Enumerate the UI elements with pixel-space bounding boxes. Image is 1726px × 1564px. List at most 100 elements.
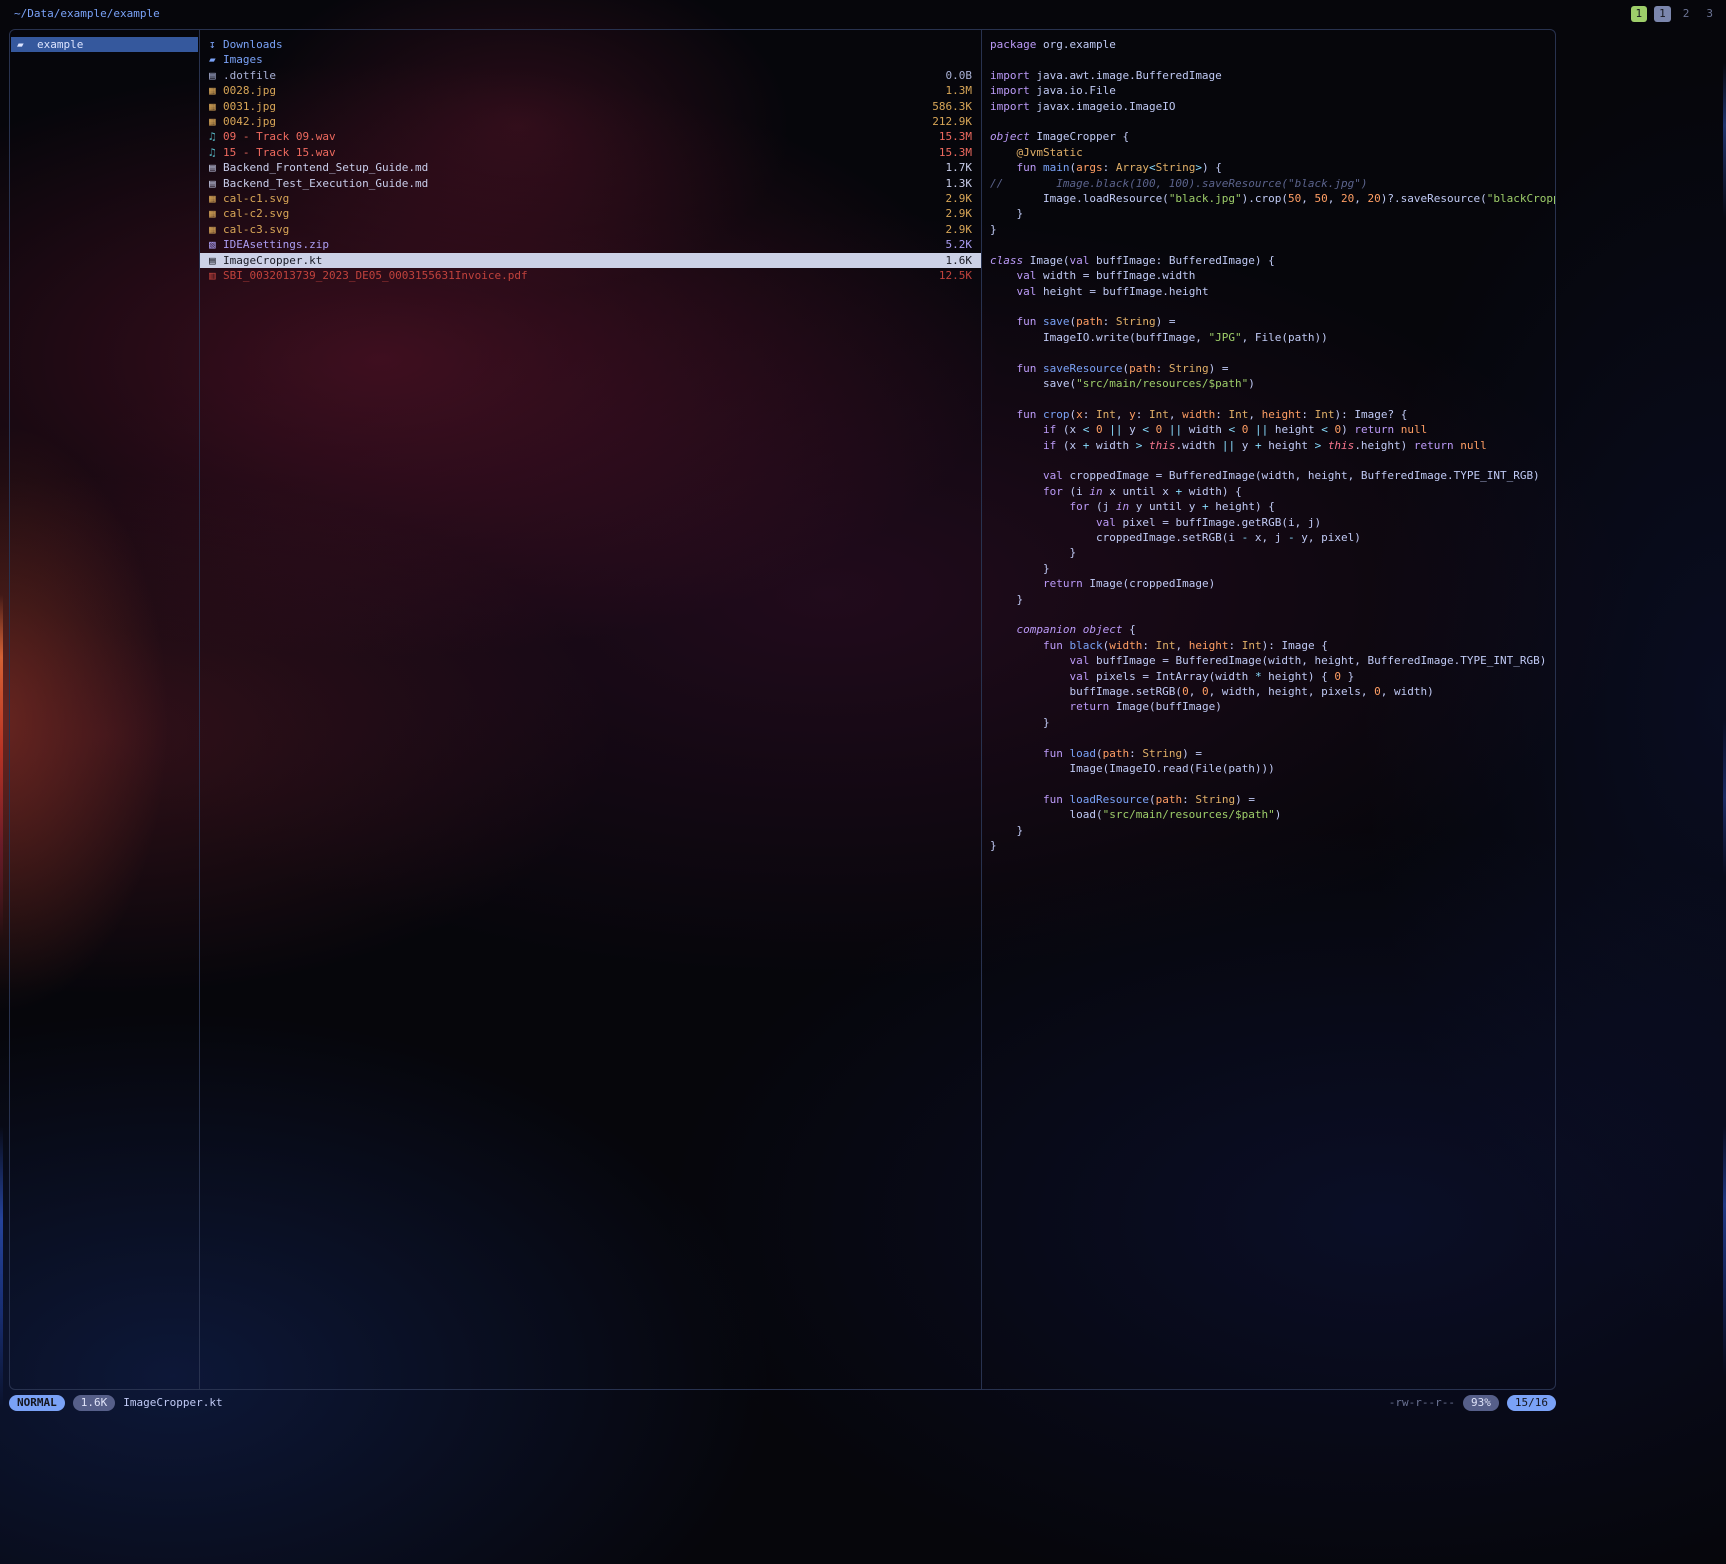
file-name: 0042.jpg <box>223 114 276 129</box>
file-row[interactable]: ▦cal-c3.svg2.9K <box>200 222 981 237</box>
file-row[interactable]: ▥SBI_0032013739_2023_DE05_0003155631Invo… <box>200 268 981 283</box>
file-row[interactable]: ♫15 - Track 15.wav 15.3M <box>200 145 981 160</box>
code-line: @JvmStatic <box>990 145 1555 160</box>
file-row[interactable]: ▤Backend_Frontend_Setup_Guide.md 1.7K <box>200 160 981 175</box>
file-size: 2.9K <box>938 206 973 221</box>
tab-2[interactable]: 2 <box>1678 6 1695 21</box>
tab-1[interactable]: 1 <box>1631 6 1648 21</box>
code-line: return Image(croppedImage) <box>990 576 1555 591</box>
breadcrumb-path: ~/Data/example/example <box>14 6 160 21</box>
folder-icon: ▰ <box>17 37 31 52</box>
file-name: cal-c2.svg <box>223 206 289 221</box>
code-line: companion object { <box>990 622 1555 637</box>
kotlin-file-icon: ▤ <box>209 253 223 268</box>
file-name: .dotfile <box>223 68 276 83</box>
code-line: } <box>990 823 1555 838</box>
code-line <box>990 345 1555 360</box>
code-line: if (x + width > this.width || y + height… <box>990 438 1555 453</box>
file-name: 09 - Track 09.wav <box>223 129 336 144</box>
code-line: fun main(args: Array<String>) { <box>990 160 1555 175</box>
file-size: 1.7K <box>938 160 973 175</box>
parent-pane: ▰ example <box>10 30 199 1389</box>
tab-3[interactable]: 3 <box>1701 6 1718 21</box>
file-row[interactable]: ▦0042.jpg212.9K <box>200 114 981 129</box>
code-line: if (x < 0 || y < 0 || width < 0 || heigh… <box>990 422 1555 437</box>
file-name: cal-c3.svg <box>223 222 289 237</box>
code-line <box>990 730 1555 745</box>
pdf-icon: ▥ <box>209 268 223 283</box>
file-row[interactable]: ↧Downloads <box>200 37 981 52</box>
file-row[interactable]: ▦0031.jpg 586.3K <box>200 99 981 114</box>
status-filename: ImageCropper.kt <box>123 1395 222 1410</box>
code-line: for (j in y until y + height) { <box>990 499 1555 514</box>
code-line: package org.example <box>990 37 1555 52</box>
file-row[interactable]: ♫09 - Track 09.wav15.3M <box>200 129 981 144</box>
file-name: cal-c1.svg <box>223 191 289 206</box>
code-line: } <box>990 545 1555 560</box>
status-left-group: NORMAL 1.6K ImageCropper.kt <box>9 1395 223 1410</box>
code-line: val pixel = buffImage.getRGB(i, j) <box>990 515 1555 530</box>
file-size: 1.3K <box>938 176 973 191</box>
code-line: for (i in x until x + width) { <box>990 484 1555 499</box>
code-line: fun loadResource(path: String) = <box>990 792 1555 807</box>
file-name: Downloads <box>223 37 283 52</box>
file-row[interactable]: ▤ImageCropper.kt 1.6K <box>200 253 981 268</box>
tab-bar: 1123 <box>1631 6 1719 21</box>
code-line: import javax.imageio.ImageIO <box>990 99 1555 114</box>
file-row[interactable]: ▤Backend_Test_Execution_Guide.md1.3K <box>200 176 981 191</box>
file-size: 15.3M <box>931 145 972 160</box>
scroll-percent-badge: 93% <box>1463 1395 1499 1410</box>
code-line: val buffImage = BufferedImage(width, hei… <box>990 653 1555 668</box>
audio-icon: ♫ <box>209 129 223 144</box>
image-icon: ▦ <box>209 206 223 221</box>
folder-icon: ▰ <box>209 52 223 67</box>
code-line: Image(ImageIO.read(File(path))) <box>990 761 1555 776</box>
code-line: } <box>990 222 1555 237</box>
file-row[interactable]: ▦cal-c1.svg2.9K <box>200 191 981 206</box>
download-folder-icon: ↧ <box>209 37 223 52</box>
file-size: 0.0B <box>938 68 973 83</box>
markdown-icon: ▤ <box>209 160 223 175</box>
file-name: 15 - Track 15.wav <box>223 145 336 160</box>
audio-icon: ♫ <box>209 145 223 160</box>
image-icon: ▦ <box>209 83 223 98</box>
code-line <box>990 114 1555 129</box>
code-line: } <box>990 561 1555 576</box>
code-line: fun load(path: String) = <box>990 746 1555 761</box>
file-name: IDEAsettings.zip <box>223 237 329 252</box>
code-line <box>990 237 1555 252</box>
file-row[interactable]: ▰Images <box>200 52 981 67</box>
file-name: Backend_Frontend_Setup_Guide.md <box>223 160 428 175</box>
file-row[interactable]: ▧IDEAsettings.zip5.2K <box>200 237 981 252</box>
code-line <box>990 52 1555 67</box>
code-line: load("src/main/resources/$path") <box>990 807 1555 822</box>
file-size-badge: 1.6K <box>73 1395 116 1410</box>
file-size: 2.9K <box>938 191 973 206</box>
code-line: object ImageCropper { <box>990 129 1555 144</box>
parent-dir-label: example <box>37 37 83 52</box>
file-row[interactable]: ▦0028.jpg 1.3M <box>200 83 981 98</box>
file-size: 5.2K <box>938 237 973 252</box>
image-icon: ▦ <box>209 222 223 237</box>
file-row[interactable]: ▤.dotfile0.0B <box>200 68 981 83</box>
parent-dir-item[interactable]: ▰ example <box>11 37 198 52</box>
code-line: fun save(path: String) = <box>990 314 1555 329</box>
file-size: 586.3K <box>924 99 972 114</box>
file-size: 1.3M <box>938 83 973 98</box>
header-bar: ~/Data/example/example 1123 <box>14 6 1718 22</box>
file-name: 0028.jpg <box>223 83 276 98</box>
file-list-pane: ↧Downloads▰Images▤.dotfile0.0B▦0028.jpg1… <box>200 30 981 1389</box>
file-name: ImageCropper.kt <box>223 253 322 268</box>
tab-1[interactable]: 1 <box>1654 6 1671 21</box>
code-line: } <box>990 715 1555 730</box>
file-name: 0031.jpg <box>223 99 276 114</box>
code-line: fun saveResource(path: String) = <box>990 361 1555 376</box>
code-line: } <box>990 838 1555 853</box>
file-size: 1.6K <box>938 253 973 268</box>
status-bar: NORMAL 1.6K ImageCropper.kt -rw-r--r-- 9… <box>9 1395 1556 1411</box>
image-icon: ▦ <box>209 99 223 114</box>
code-line: val pixels = IntArray(width * height) { … <box>990 669 1555 684</box>
code-line: return Image(buffImage) <box>990 699 1555 714</box>
file-row[interactable]: ▦cal-c2.svg 2.9K <box>200 206 981 221</box>
code-line: ImageIO.write(buffImage, "JPG", File(pat… <box>990 330 1555 345</box>
